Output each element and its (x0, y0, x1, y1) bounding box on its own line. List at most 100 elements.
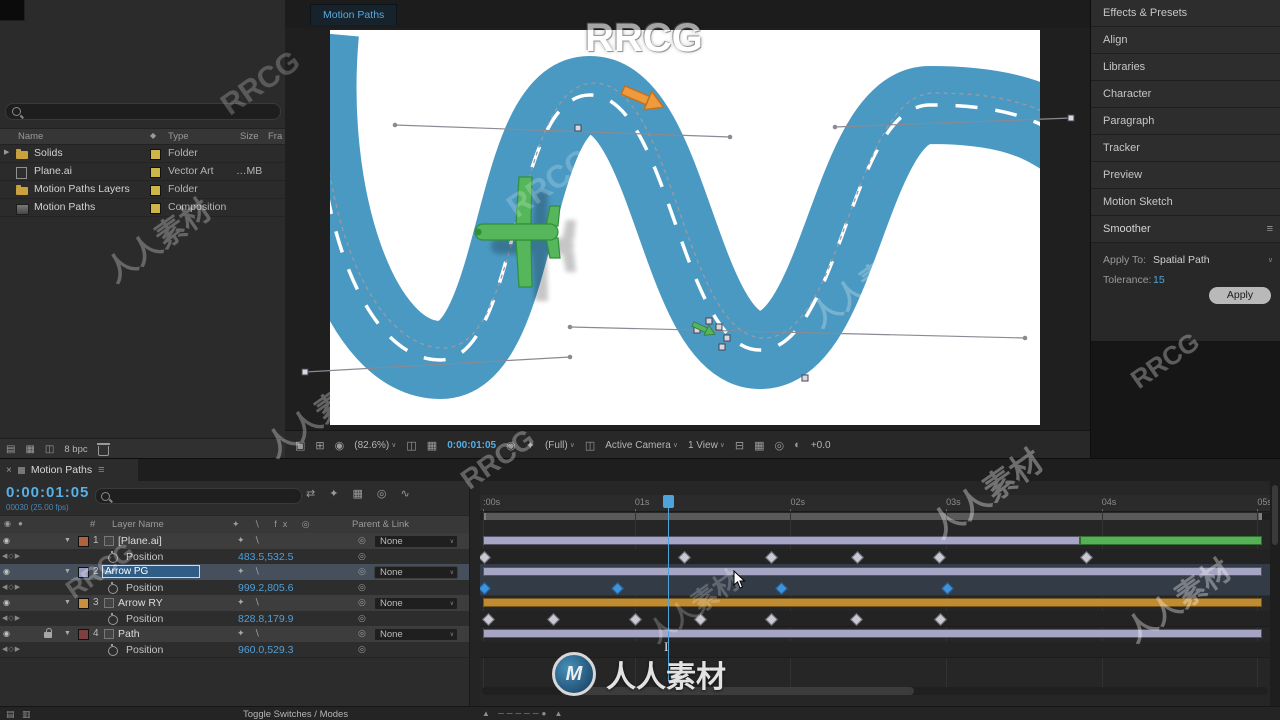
keyframe-diamond[interactable] (765, 612, 779, 626)
keyframe-diamond[interactable] (765, 550, 779, 564)
property-value[interactable]: 483.5,532.5 (238, 551, 293, 563)
project-item-plane-ai[interactable]: Plane.ai Vector Art …MB (0, 163, 285, 181)
ruler-tick[interactable]: 01s (634, 497, 649, 513)
ruler-tick[interactable]: 04s (1101, 497, 1116, 513)
keyframe-diamond[interactable] (941, 581, 955, 595)
lock-icon[interactable] (44, 628, 52, 638)
ruler-tick[interactable]: 02s (790, 497, 805, 513)
expand-triangle-icon[interactable]: ▼ (64, 537, 71, 544)
expand-layers-icon[interactable]: ▤ (6, 709, 15, 720)
fast-previews-icon[interactable]: ✦ (526, 439, 535, 452)
layer-name-input[interactable]: Arrow PG (102, 565, 200, 578)
layer-duration-row[interactable] (480, 595, 1270, 612)
ruler-tick[interactable]: 05s (1257, 497, 1270, 513)
panel-tab-paragraph[interactable]: Paragraph (1091, 108, 1280, 135)
grid-guides-icon[interactable]: ⊞ (315, 439, 324, 452)
keyframe-row[interactable] (480, 579, 1270, 596)
tolerance-value[interactable]: 15 (1153, 274, 1165, 286)
layer-row-4[interactable]: ◉ ▼ 4 Path ✦ ∖ ◎ None ∨ (0, 626, 480, 643)
layer-bar[interactable] (483, 598, 1263, 607)
column-size[interactable]: Size (240, 131, 258, 142)
camera-snapshot-icon[interactable]: ◉ (506, 439, 516, 452)
property-row-position[interactable]: ◀◇▶ Position 960.0,529.3 ◎ (0, 641, 480, 658)
ruler-tick[interactable]: 03s (946, 497, 961, 513)
project-item-solids[interactable]: ▶ Solids Folder (0, 145, 285, 163)
project-item-motion-paths[interactable]: Motion Paths Composition (0, 199, 285, 217)
parent-dropdown[interactable]: None ∨ (374, 565, 458, 579)
stopwatch-icon[interactable] (108, 550, 118, 563)
parent-link-column[interactable]: Parent & Link (352, 519, 409, 530)
keyframe-diamond[interactable] (628, 612, 642, 626)
scrollbar-thumb[interactable] (560, 687, 915, 695)
composition-mini-flowchart-icon[interactable]: ⇄ (306, 487, 315, 500)
keyframe-diamond[interactable] (851, 550, 865, 564)
new-composition-icon[interactable]: ◫ (45, 444, 54, 455)
timeline-button-icon[interactable]: ◎ (775, 439, 785, 452)
keyframe-diamond[interactable] (480, 550, 492, 564)
layer-duration-row[interactable] (480, 626, 1270, 643)
property-row-position[interactable]: ◀◇▶ Position 828.8,179.9 ◎ (0, 610, 480, 627)
quality-best-icon[interactable]: ∖ (254, 628, 260, 639)
view-options-icon[interactable]: ▣ (295, 439, 305, 452)
keyframe-diamond[interactable] (482, 612, 496, 626)
layer-row-1[interactable]: ◉ ▼ 1 [Plane.ai] ✦ ∖ ◎ None ∨ (0, 533, 480, 550)
current-time-indicator-line[interactable] (668, 508, 670, 681)
column-fra[interactable]: Fra (268, 131, 282, 142)
quality-best-icon[interactable]: ∖ (254, 535, 260, 546)
keyframe-row[interactable] (480, 548, 1270, 565)
3d-view-select[interactable]: Active Camera ∨ (605, 440, 678, 451)
magnification-select[interactable]: (82.6%) ∨ (354, 440, 396, 451)
timeline-track-area[interactable]: :00s 01s 02s 03s 04s 05s I (480, 481, 1270, 706)
project-item-motion-paths-layers[interactable]: Motion Paths Layers Folder (0, 181, 285, 199)
column-type[interactable]: Type (168, 131, 189, 142)
property-row-position[interactable]: ◀◇▶ Position 999.2,805.6 ◎ (0, 579, 480, 596)
label-chip[interactable] (150, 167, 161, 178)
keyframe-diamond[interactable] (849, 612, 863, 626)
expand-triangle-icon[interactable]: ▼ (64, 599, 71, 606)
keyframe-diamond[interactable] (694, 612, 707, 626)
playhead-handle[interactable] (663, 495, 675, 508)
keyframe-diamond[interactable] (678, 550, 692, 564)
ruler-tick[interactable]: :00s (483, 497, 500, 513)
trash-icon[interactable] (96, 442, 110, 456)
property-row-position[interactable]: ◀◇▶ Position 483.5,532.5 ◎ (0, 548, 480, 565)
parent-dropdown[interactable]: None ∨ (374, 627, 458, 641)
keyframe-diamond[interactable] (1080, 550, 1094, 564)
next-keyframe-icon[interactable]: ▶ (15, 615, 21, 622)
property-value[interactable]: 828.8,179.9 (238, 613, 293, 625)
panel-menu-icon[interactable]: ≡ (1267, 216, 1273, 242)
panel-tab-libraries[interactable]: Libraries (1091, 54, 1280, 81)
property-value[interactable]: 999.2,805.6 (238, 582, 293, 594)
label-chip[interactable] (150, 203, 161, 214)
work-area-bar[interactable] (483, 513, 1263, 520)
pick-whip-icon[interactable]: ◎ (358, 613, 366, 624)
current-timecode[interactable]: 0:00:01:05 (6, 484, 89, 501)
time-ruler[interactable]: :00s 01s 02s 03s 04s 05s (480, 495, 1270, 513)
label-chip[interactable] (150, 185, 161, 196)
graph-editor-icon[interactable]: ∿ (400, 487, 409, 500)
horizontal-scrollbar[interactable] (482, 687, 1268, 695)
panel-tab-tracker[interactable]: Tracker (1091, 135, 1280, 162)
expand-triangle-icon[interactable]: ▼ (64, 630, 71, 637)
layer-bar[interactable] (483, 567, 1263, 576)
pick-whip-icon[interactable]: ◎ (358, 566, 366, 577)
expand-triangle-icon[interactable]: ▼ (64, 568, 71, 575)
toggle-switches-modes-button[interactable]: Toggle Switches / Modes (243, 709, 348, 720)
panel-tab-character[interactable]: Character (1091, 81, 1280, 108)
next-keyframe-icon[interactable]: ▶ (15, 553, 21, 560)
expander-icon[interactable]: ▶ (4, 148, 9, 156)
label-chip[interactable] (78, 598, 89, 609)
property-value[interactable]: 960.0,529.3 (238, 644, 293, 656)
panel-tab-motion-sketch[interactable]: Motion Sketch (1091, 189, 1280, 216)
quality-switch-icon[interactable]: ✦ (237, 535, 245, 546)
resolution-select[interactable]: (Full) ∨ (545, 440, 575, 451)
label-chip[interactable] (78, 629, 89, 640)
keyframe-diamond[interactable] (611, 581, 625, 595)
motion-blur-icon[interactable]: ◎ (377, 487, 387, 500)
quality-switch-icon[interactable]: ✦ (237, 628, 245, 639)
project-column-headers[interactable]: Name ◆ Type Size Fra (0, 128, 285, 145)
layer-name-column[interactable]: Layer Name (112, 519, 164, 530)
layer-row-2[interactable]: ◉ ▼ 2 Arrow PG ✦ ∖ ◎ None ∨ (0, 564, 480, 581)
parent-dropdown[interactable]: None ∨ (374, 534, 458, 548)
pixel-aspect-icon[interactable]: ⊟ (735, 439, 744, 452)
